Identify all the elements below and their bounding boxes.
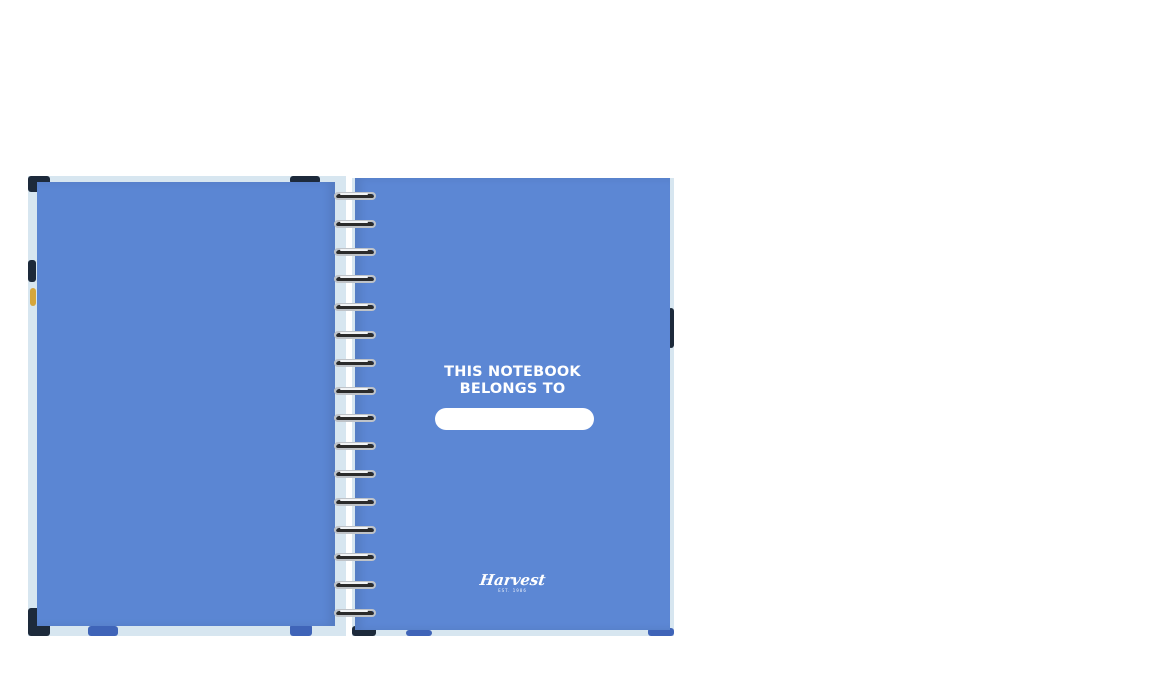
ownership-label-line1: THIS NOTEBOOK xyxy=(444,364,581,380)
brand-tagline: EST. 1986 xyxy=(498,588,527,593)
spiral-coil xyxy=(334,219,376,230)
spiral-coil xyxy=(334,275,376,285)
spiral-coil xyxy=(334,414,376,424)
spiral-coil xyxy=(334,247,376,258)
notebook-photo: THIS NOTEBOOK BELONGS TO Harvest EST. 19… xyxy=(0,0,1152,700)
spiral-coil xyxy=(334,331,376,341)
brand-logo: Harvest EST. 1986 xyxy=(355,570,670,593)
spiral-coil xyxy=(334,470,376,480)
spiral-coil xyxy=(334,386,376,397)
spiral-coil xyxy=(334,303,376,313)
owner-name-field xyxy=(435,408,594,430)
spiral-coil xyxy=(334,192,376,202)
inner-cover-left xyxy=(37,182,335,626)
spiral-coil xyxy=(334,525,376,536)
spiral-coil xyxy=(334,581,376,591)
spiral-binding xyxy=(332,186,380,626)
spiral-coil xyxy=(334,358,376,369)
spiral-coil xyxy=(334,497,376,508)
spiral-coil xyxy=(334,553,376,563)
spiral-coil xyxy=(334,609,376,619)
spiral-coil xyxy=(334,442,376,452)
brand-name: Harvest xyxy=(478,571,547,589)
inner-cover-right: THIS NOTEBOOK BELONGS TO Harvest EST. 19… xyxy=(355,178,670,630)
ownership-label-line2: BELONGS TO xyxy=(459,381,566,397)
ownership-label: THIS NOTEBOOK BELONGS TO xyxy=(355,364,670,398)
